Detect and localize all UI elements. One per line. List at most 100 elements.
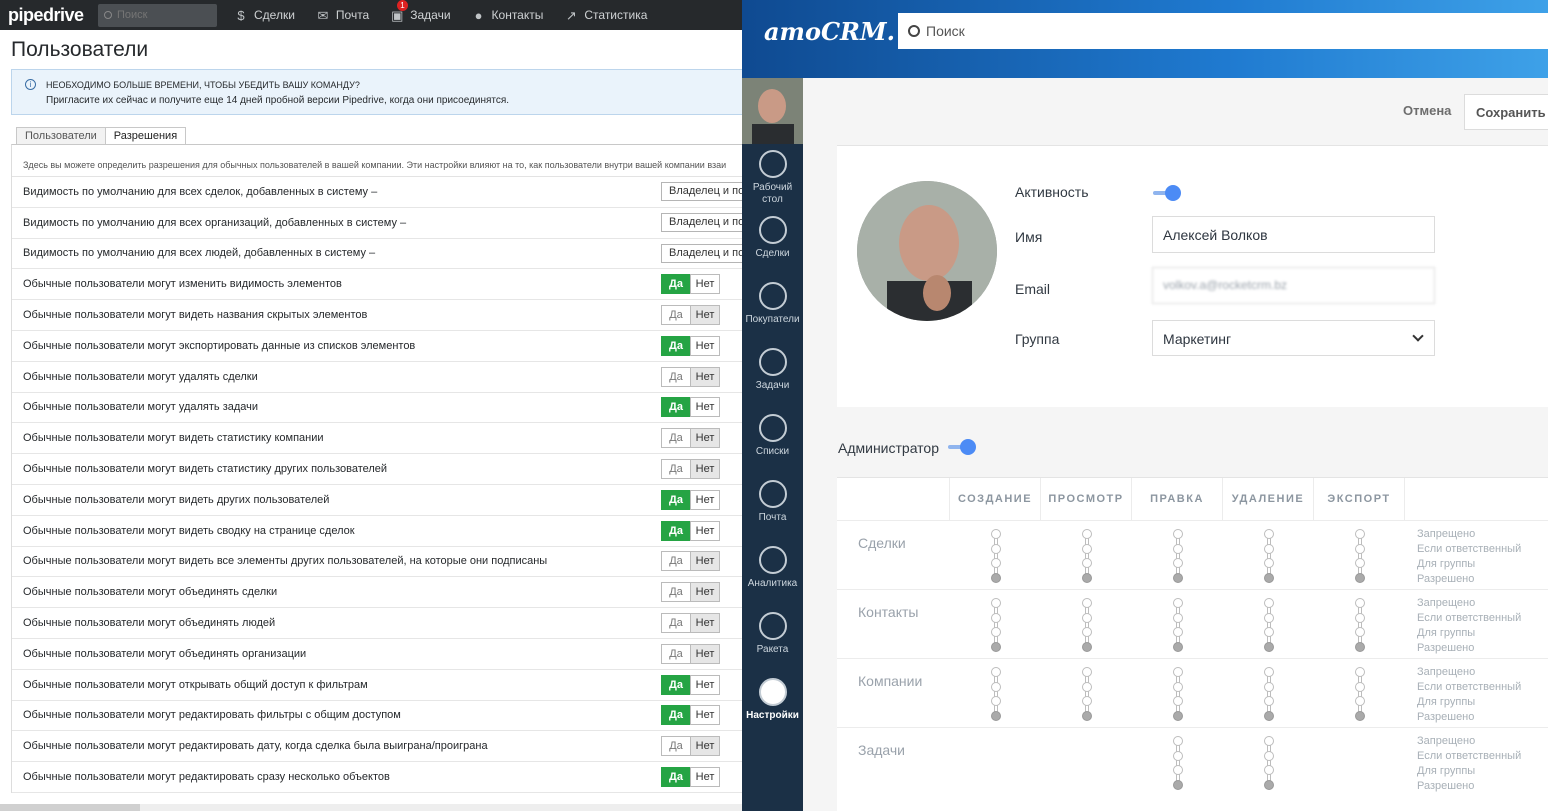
slider-stop[interactable] [990,543,1001,554]
avatar[interactable] [742,78,803,144]
yes-button[interactable]: Да [661,305,691,326]
no-button[interactable]: Нет [690,520,720,541]
yes-button[interactable]: Да [661,674,691,695]
slider-stop[interactable] [1263,765,1274,775]
yes-button[interactable]: Да [661,520,691,541]
yes-button[interactable]: Да [661,428,691,449]
slider-stop[interactable] [1263,529,1274,539]
yes-button[interactable]: Да [661,274,691,295]
tab-users[interactable]: Пользователи [16,127,106,144]
slider-stop[interactable] [1081,696,1092,706]
cancel-button[interactable]: Отмена [1403,103,1451,118]
yes-button[interactable]: Да [661,705,691,726]
permission-slider[interactable] [1081,667,1092,721]
save-button[interactable]: Сохранить [1464,94,1548,130]
no-button[interactable]: Нет [690,643,720,664]
slider-stop[interactable] [1172,681,1183,692]
no-button[interactable]: Нет [690,705,720,726]
slider-stop[interactable] [1172,558,1183,568]
slider-stop[interactable] [1263,543,1274,554]
slider-stop[interactable] [1354,598,1365,608]
slider-stop[interactable] [1081,529,1092,539]
yes-button[interactable]: Да [661,366,691,387]
slider-stop[interactable] [1354,641,1365,652]
slider-stop[interactable] [1263,750,1274,761]
sidebar-item-3[interactable]: Задачи [742,342,803,408]
slider-stop[interactable] [1172,779,1183,790]
no-button[interactable]: Нет [690,551,720,572]
slider-stop[interactable] [990,529,1001,539]
visibility-select[interactable]: Владелец и по [661,213,742,233]
slider-stop[interactable] [1354,529,1365,539]
nav-item-0[interactable]: $ Сделки [233,8,295,23]
slider-stop[interactable] [1081,681,1092,692]
nav-item-2[interactable]: ▣ 1 Задачи [389,0,451,23]
slider-stop[interactable] [1081,667,1092,677]
yes-button[interactable]: Да [661,335,691,356]
scrollbar-thumb[interactable] [0,804,140,811]
permission-slider[interactable] [1081,529,1092,583]
permission-slider[interactable] [1172,598,1183,652]
slider-stop[interactable] [990,667,1001,677]
group-select[interactable]: Маркетинг [1152,320,1435,356]
slider-stop[interactable] [1263,779,1274,790]
slider-stop[interactable] [990,627,1001,637]
permission-slider[interactable] [1172,667,1183,721]
sidebar-item-6[interactable]: Аналитика [742,540,803,606]
slider-stop[interactable] [1081,612,1092,623]
sidebar-item-2[interactable]: Покупатели [742,276,803,342]
permission-slider[interactable] [1172,736,1183,790]
slider-stop[interactable] [990,572,1001,583]
slider-stop[interactable] [1081,641,1092,652]
slider-stop[interactable] [1172,641,1183,652]
slider-stop[interactable] [1172,710,1183,721]
slider-stop[interactable] [1081,543,1092,554]
no-button[interactable]: Нет [690,366,720,387]
slider-stop[interactable] [1263,598,1274,608]
no-button[interactable]: Нет [690,335,720,356]
slider-stop[interactable] [1354,710,1365,721]
slider-stop[interactable] [1263,572,1274,583]
slider-stop[interactable] [1263,736,1274,746]
no-button[interactable]: Нет [690,489,720,510]
slider-stop[interactable] [1354,612,1365,623]
visibility-select[interactable]: Владелец и по [661,243,742,263]
nav-item-4[interactable]: ↗ Статистика [563,8,647,23]
slider-stop[interactable] [1172,543,1183,554]
admin-toggle[interactable] [948,439,976,455]
permission-slider[interactable] [990,667,1001,721]
permission-slider[interactable] [1354,598,1365,652]
slider-stop[interactable] [1172,612,1183,623]
no-button[interactable]: Нет [690,428,720,449]
name-field[interactable]: Алексей Волков [1152,216,1435,253]
slider-stop[interactable] [1081,710,1092,721]
slider-stop[interactable] [1172,627,1183,637]
slider-stop[interactable] [1354,696,1365,706]
slider-stop[interactable] [1081,627,1092,637]
amocrm-logo[interactable]: amoCRM. [764,17,895,46]
slider-stop[interactable] [990,710,1001,721]
permission-slider[interactable] [1263,736,1274,790]
yes-button[interactable]: Да [661,582,691,603]
yes-button[interactable]: Да [661,489,691,510]
nav-item-1[interactable]: ✉ Почта [315,8,369,23]
visibility-select[interactable]: Владелец и по [661,182,742,202]
sidebar-item-0[interactable]: Рабочий стол [742,144,803,210]
slider-stop[interactable] [1354,627,1365,637]
permission-slider[interactable] [1263,667,1274,721]
slider-stop[interactable] [1354,667,1365,677]
slider-stop[interactable] [1263,641,1274,652]
slider-stop[interactable] [1172,765,1183,775]
user-photo[interactable] [857,181,997,321]
slider-stop[interactable] [1172,750,1183,761]
slider-stop[interactable] [990,598,1001,608]
slider-stop[interactable] [1354,558,1365,568]
sidebar-item-5[interactable]: Почта [742,474,803,540]
slider-stop[interactable] [1081,572,1092,583]
permission-slider[interactable] [1263,529,1274,583]
permission-slider[interactable] [990,598,1001,652]
slider-stop[interactable] [1081,558,1092,568]
slider-stop[interactable] [1172,667,1183,677]
sidebar-item-4[interactable]: Списки [742,408,803,474]
sidebar-item-7[interactable]: Ракета [742,606,803,672]
